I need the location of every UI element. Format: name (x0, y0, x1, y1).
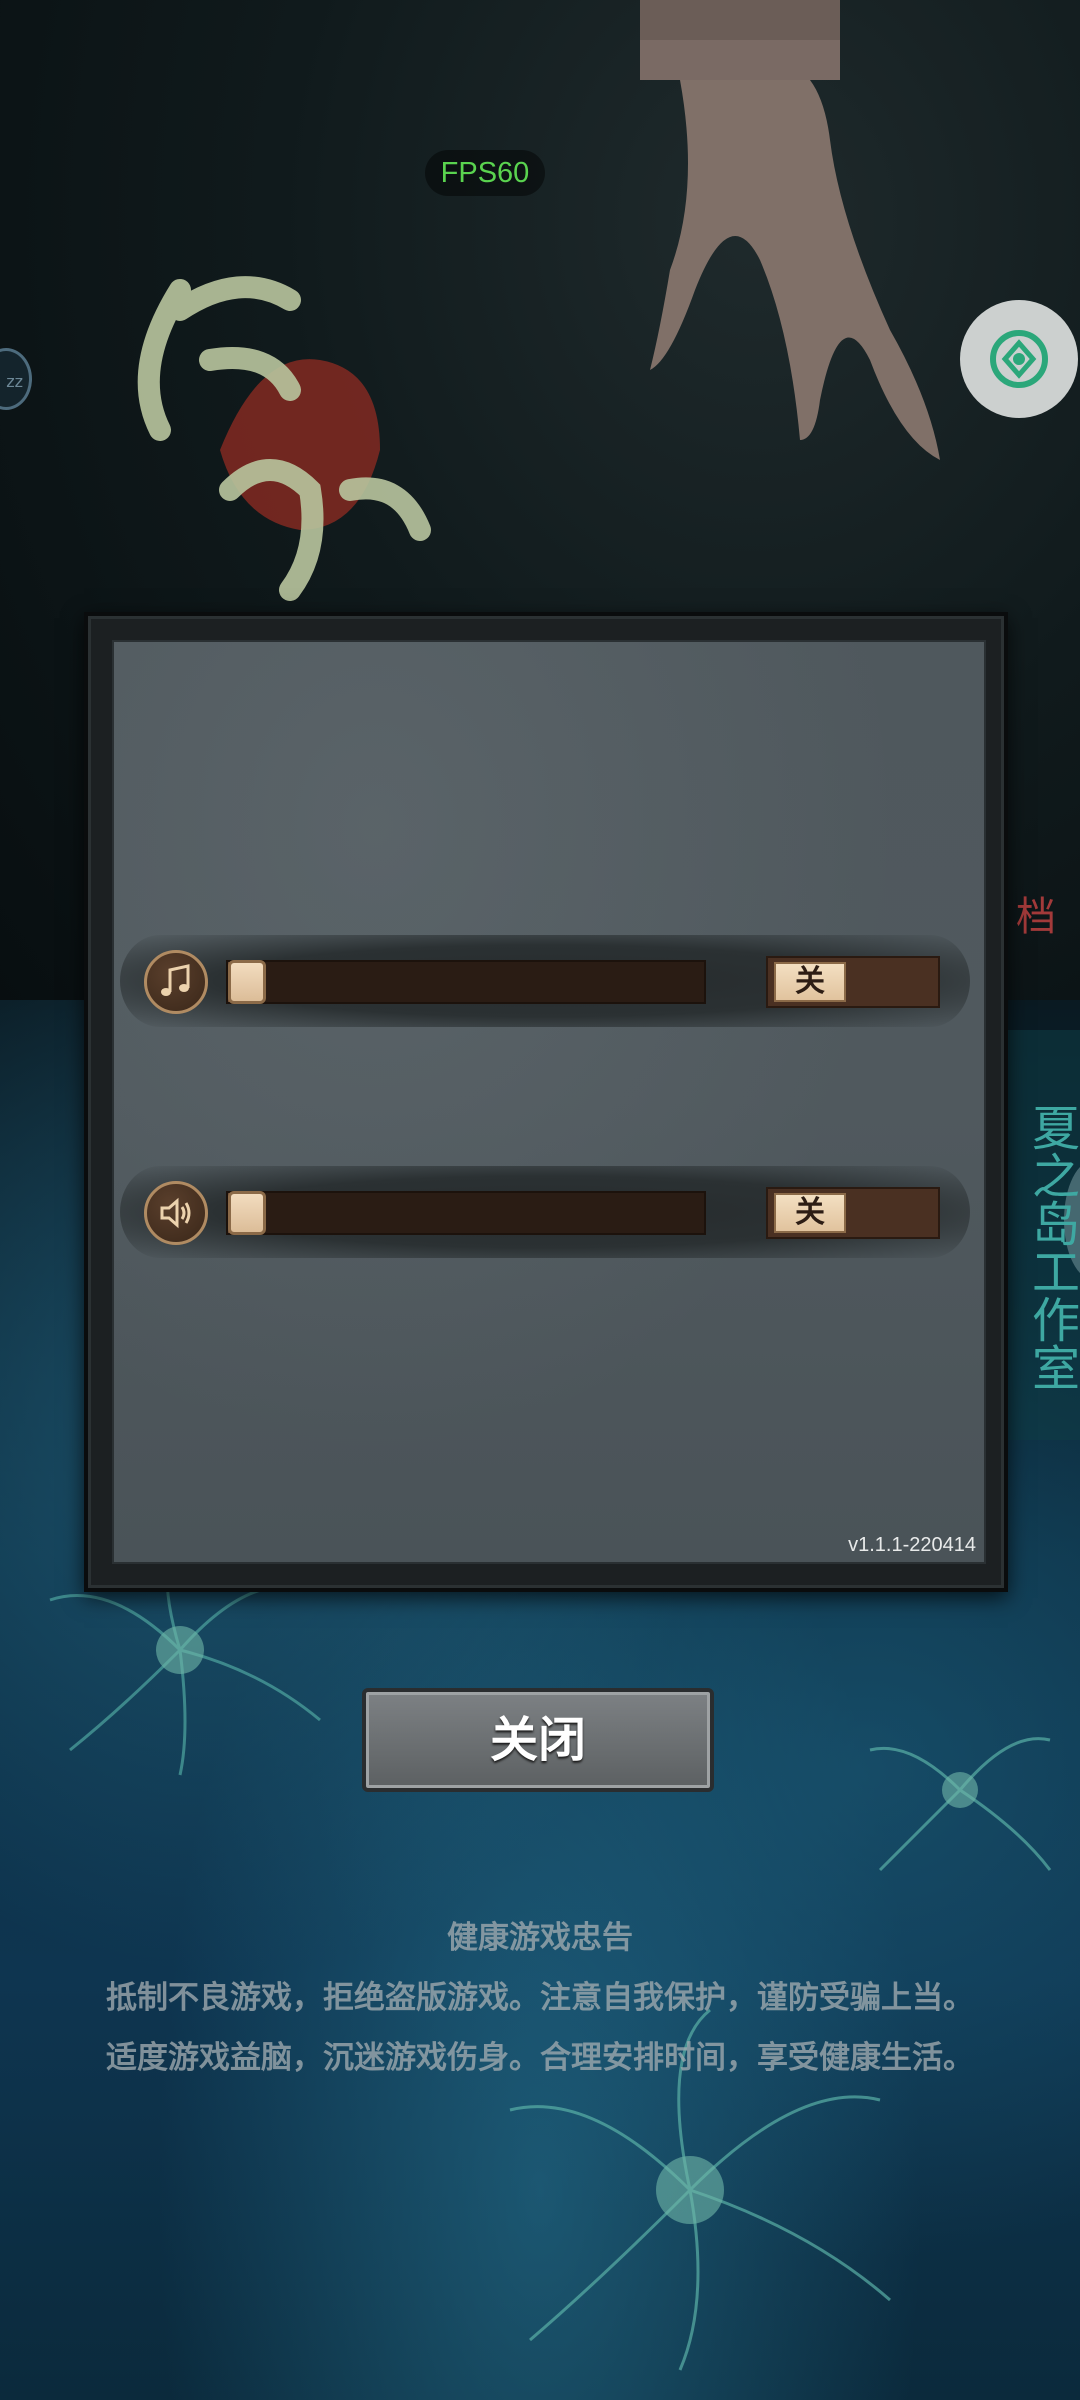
assistant-logo-icon (990, 330, 1048, 388)
sound-toggle-label: 关 (774, 1193, 846, 1233)
music-toggle-label: 关 (774, 962, 846, 1002)
game-title-logo (137, 276, 431, 601)
music-note-icon (144, 950, 208, 1014)
health-notice-line: 抵制不良游戏，拒绝盗版游戏。注意自我保护，谨防受骗上当。 (106, 1980, 974, 2016)
health-notice-title: 健康游戏忠告 (447, 1920, 633, 1956)
sound-volume-knob[interactable] (228, 1191, 266, 1235)
music-toggle[interactable]: 关 (766, 956, 940, 1008)
music-volume-knob[interactable] (228, 960, 266, 1004)
health-notice-line: 适度游戏益脑，沉迷游戏伤身。合理安排时间，享受健康生活。 (106, 2040, 974, 2076)
studio-credit: 夏之岛工作室 (1008, 1030, 1080, 1440)
ghost-hand-art (640, 0, 940, 460)
settings-panel (112, 640, 986, 1564)
spider-lily-decoration (869, 1737, 1052, 1872)
music-volume-slider[interactable] (226, 960, 706, 1004)
speaker-icon (144, 1181, 208, 1245)
sound-toggle[interactable]: 关 (766, 1187, 940, 1239)
close-button[interactable]: 关闭 (362, 1688, 714, 1792)
fps-counter: FPS60 (425, 150, 545, 196)
assistant-ball-button[interactable] (960, 300, 1078, 418)
sound-volume-slider[interactable] (226, 1191, 706, 1235)
side-menu-label[interactable]: 档 (1016, 884, 1056, 942)
version-label: v1.1.1-220414 (848, 1534, 976, 1556)
